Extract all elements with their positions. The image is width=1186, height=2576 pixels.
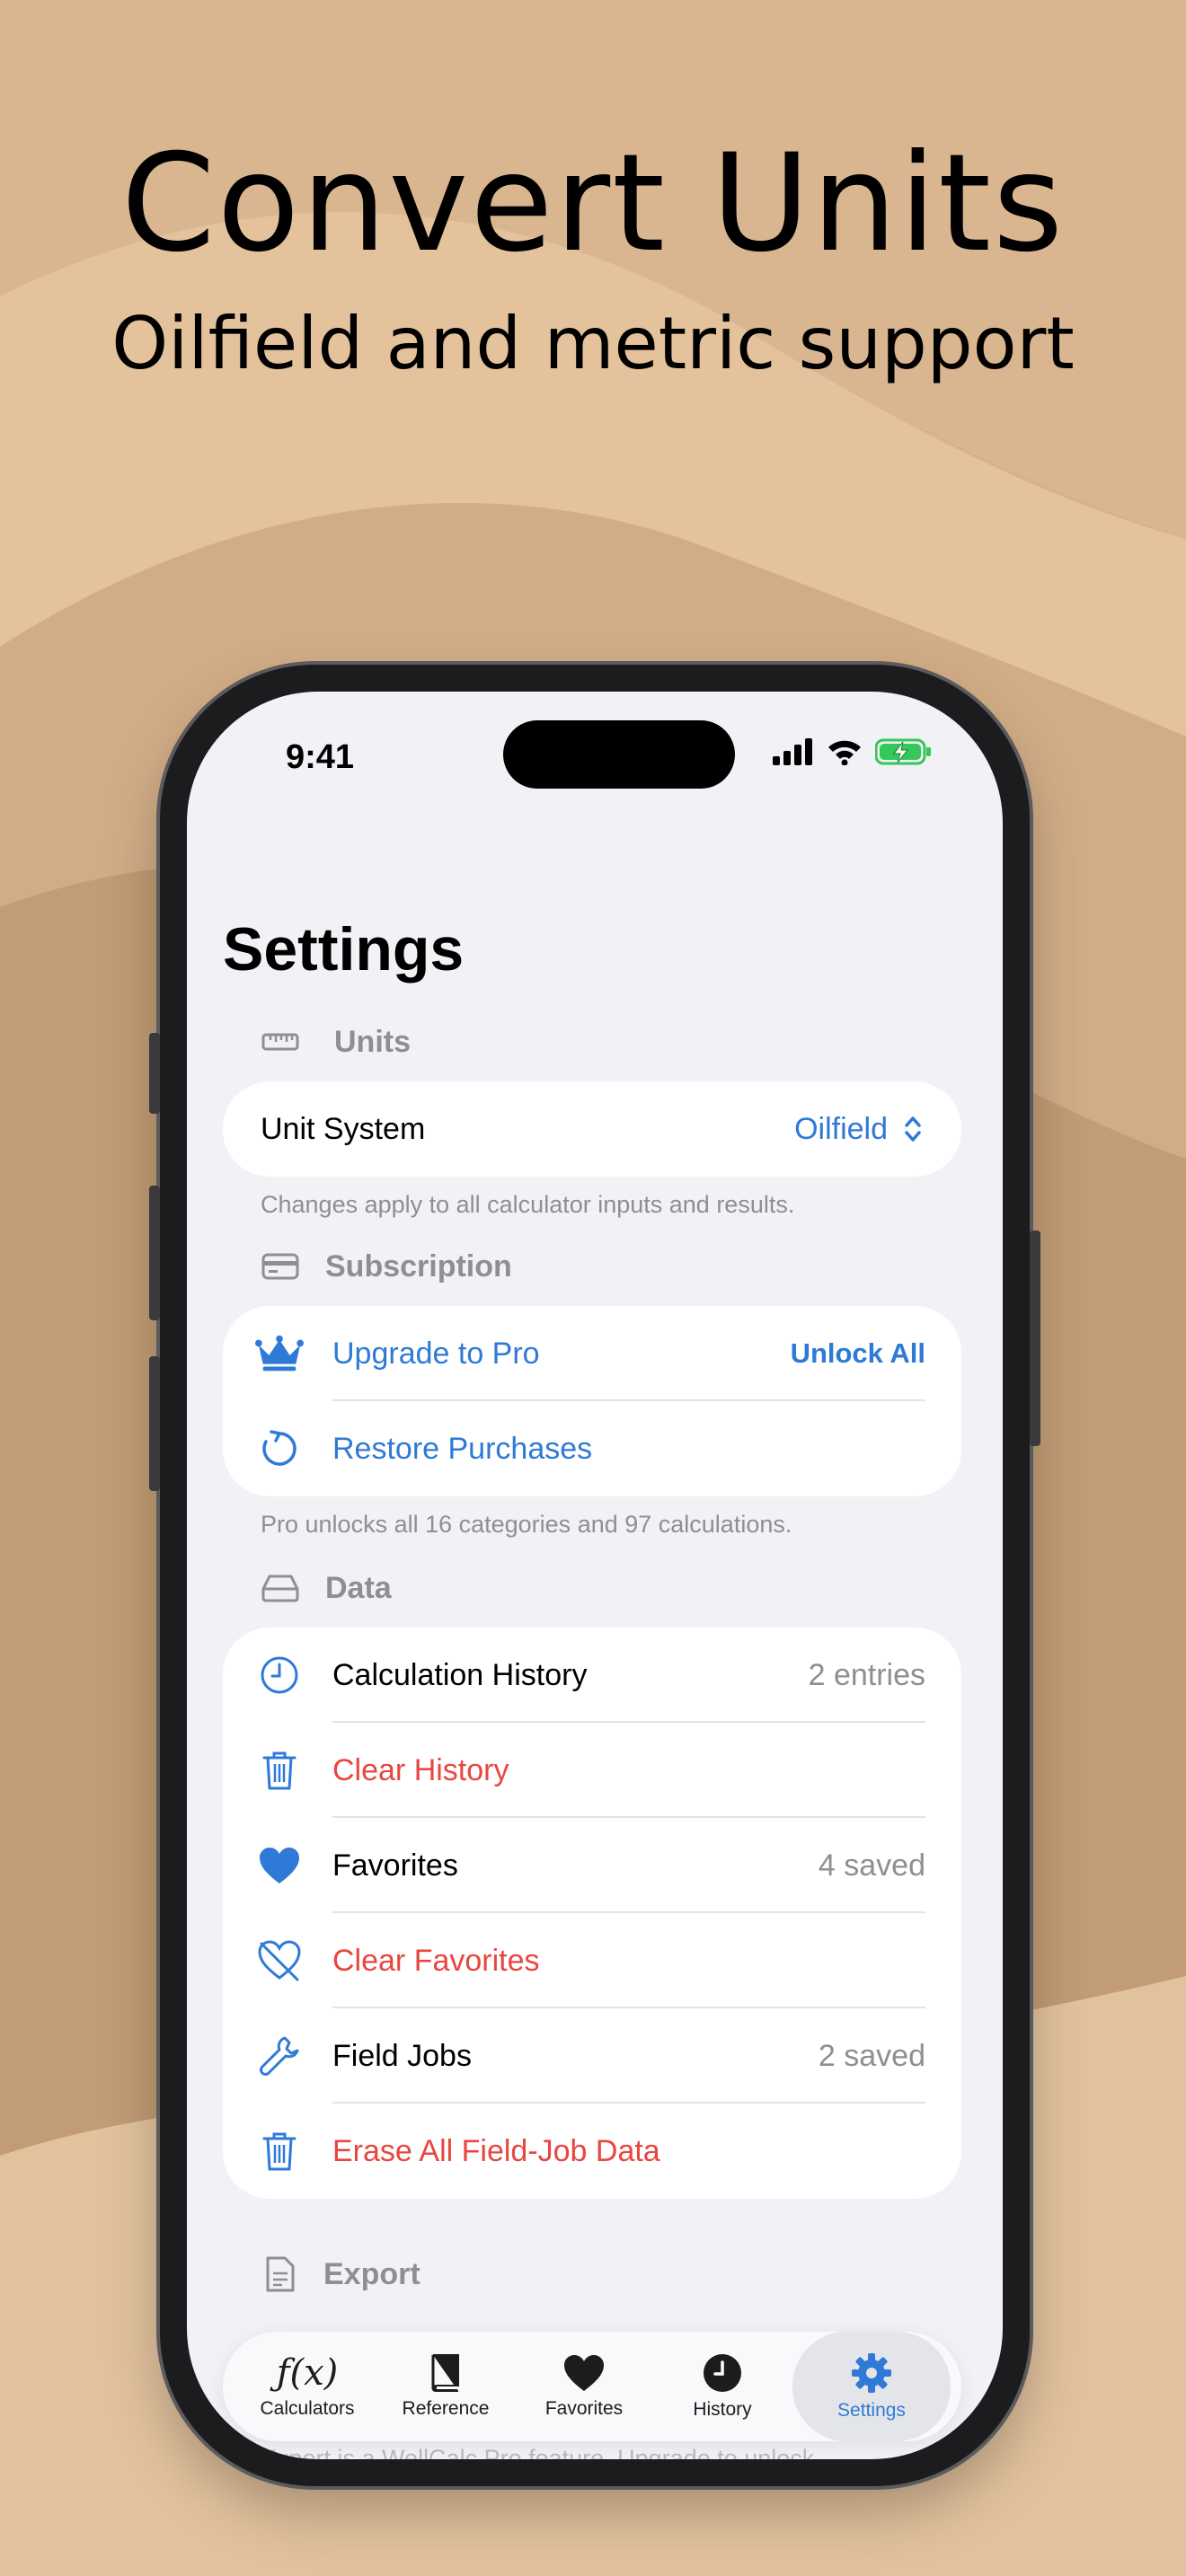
tab-label: Calculators: [260, 2398, 355, 2419]
clock-icon: [704, 2354, 741, 2392]
tab-settings[interactable]: Settings: [792, 2332, 951, 2441]
phone-frame: 9:41 Settings Units Unit System Oilfield…: [149, 665, 1040, 2486]
units-card: Unit System Oilfield: [223, 1081, 961, 1177]
unit-system-value[interactable]: Oilfield: [794, 1112, 888, 1147]
volume-down-button: [149, 1356, 160, 1491]
clock-icon: [255, 1651, 304, 1699]
section-header-subscription: Subscription: [261, 1247, 512, 1286]
calculation-history-count: 2 entries: [808, 1657, 925, 1692]
erase-field-jobs-label: Erase All Field-Job Data: [332, 2133, 660, 2168]
section-title-units: Units: [334, 1024, 411, 1059]
unit-system-row[interactable]: Unit System Oilfield: [223, 1081, 961, 1177]
chevron-up-down-icon: [905, 1116, 921, 1142]
erase-field-jobs-row[interactable]: Erase All Field-Job Data: [223, 2104, 961, 2199]
section-title-subscription: Subscription: [325, 1248, 512, 1284]
restore-purchases-label: Restore Purchases: [332, 1431, 593, 1466]
phone-screen: 9:41 Settings Units Unit System Oilfield…: [187, 692, 1003, 2459]
clear-history-label: Clear History: [332, 1752, 509, 1787]
crown-icon: [255, 1329, 304, 1378]
data-card: Calculation History 2 entries Clear Hist…: [223, 1628, 961, 2199]
trash-icon: [255, 2127, 304, 2175]
cellular-signal-icon: [773, 738, 812, 765]
heart-icon: [255, 1841, 304, 1890]
ruler-icon: [261, 1022, 300, 1062]
tab-label: Settings: [837, 2400, 906, 2421]
wrench-icon: [255, 2032, 304, 2080]
restore-arrow-icon: [255, 1425, 304, 1473]
favorites-row[interactable]: Favorites 4 saved: [223, 1818, 961, 1913]
tab-label: History: [693, 2399, 752, 2420]
dynamic-island: [503, 720, 735, 789]
clear-favorites-row[interactable]: Clear Favorites: [223, 1913, 961, 2008]
action-button: [149, 1033, 160, 1114]
credit-card-icon: [261, 1247, 300, 1286]
battery-charging-icon: [875, 738, 931, 765]
function-icon: ƒ(x): [276, 2352, 339, 2394]
tab-calculators[interactable]: ƒ(x) Calculators: [235, 2332, 379, 2441]
section-header-units: Units: [261, 1022, 411, 1062]
tab-reference[interactable]: Reference: [374, 2332, 518, 2441]
unit-system-label: Unit System: [261, 1111, 426, 1146]
hero-title: Convert Units: [120, 126, 1066, 282]
section-title-export: Export: [323, 2256, 420, 2291]
tab-bar: ƒ(x) Calculators Reference Favorites His…: [223, 2332, 961, 2441]
tab-label: Reference: [402, 2398, 490, 2419]
units-footer: Changes apply to all calculator inputs a…: [261, 1191, 795, 1218]
hero-subtitle: Oilfield and metric support: [111, 302, 1075, 385]
document-icon: [261, 2254, 300, 2294]
calculation-history-row[interactable]: Calculation History 2 entries: [223, 1628, 961, 1723]
subscription-card: Upgrade to Pro Unlock All Restore Purcha…: [223, 1306, 961, 1496]
restore-purchases-row[interactable]: Restore Purchases: [223, 1401, 961, 1496]
export-footer: Export is a WellCalc Pro feature. Upgrad…: [261, 2445, 815, 2459]
gear-icon: [852, 2353, 891, 2393]
page-title: Settings: [223, 915, 465, 984]
section-header-data: Data: [261, 1568, 392, 1608]
drive-icon: [261, 1568, 300, 1608]
clear-favorites-label: Clear Favorites: [332, 1943, 540, 1978]
tab-label: Favorites: [544, 2398, 624, 2419]
trash-icon: [255, 1746, 304, 1795]
clear-history-row[interactable]: Clear History: [223, 1723, 961, 1818]
wifi-icon: [828, 740, 861, 765]
calculation-history-label: Calculation History: [332, 1657, 588, 1692]
heart-slash-icon: [255, 1936, 304, 1985]
status-time: 9:41: [286, 738, 355, 776]
unlock-all-button[interactable]: Unlock All: [791, 1337, 925, 1370]
favorites-count: 4 saved: [818, 1848, 925, 1883]
field-jobs-count: 2 saved: [818, 2038, 925, 2073]
power-button: [1030, 1231, 1040, 1446]
heart-icon: [564, 2355, 604, 2391]
book-icon: [431, 2354, 459, 2392]
section-header-export: Export: [261, 2254, 420, 2294]
field-jobs-label: Field Jobs: [332, 2038, 472, 2073]
volume-up-button: [149, 1186, 160, 1320]
subscription-footer: Pro unlocks all 16 categories and 97 cal…: [261, 1511, 792, 1538]
tab-favorites[interactable]: Favorites: [512, 2332, 656, 2441]
upgrade-to-pro-label: Upgrade to Pro: [332, 1336, 540, 1371]
tab-history[interactable]: History: [651, 2332, 794, 2441]
upgrade-to-pro-row[interactable]: Upgrade to Pro Unlock All: [223, 1306, 961, 1401]
field-jobs-row[interactable]: Field Jobs 2 saved: [223, 2008, 961, 2104]
status-icons: [773, 738, 933, 765]
favorites-label: Favorites: [332, 1848, 458, 1883]
section-title-data: Data: [325, 1570, 392, 1605]
